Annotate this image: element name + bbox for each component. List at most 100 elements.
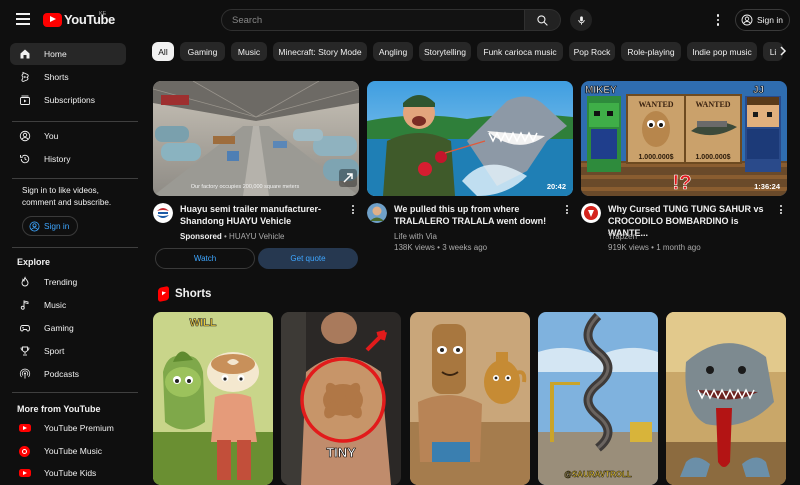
sidebar-item-gaming[interactable]: Gaming (10, 317, 126, 339)
flame-icon (18, 276, 31, 289)
sidebar-item-home[interactable]: Home (10, 43, 126, 65)
chip-music[interactable]: Music (231, 42, 267, 61)
video-thumbnail[interactable]: 20:42 (367, 81, 573, 196)
channel-avatar[interactable] (153, 203, 173, 223)
video-thumbnail[interactable]: Our factory occupies 200,000 square mete… (153, 81, 359, 196)
short-overlay-text: @SAURAVTROLL (564, 470, 632, 479)
video-title[interactable]: Huayu semi trailer manufacturer-Shandong… (180, 203, 345, 227)
subscriptions-icon (18, 94, 31, 107)
short-thumbnail (666, 312, 786, 485)
search-button[interactable] (525, 9, 561, 31)
sidebar-item-youtube-kids[interactable]: YouTube Kids (10, 462, 126, 484)
chip-pop-rock[interactable]: Pop Rock (569, 42, 615, 61)
logo-text: YouTube (64, 12, 115, 27)
search-icon (537, 14, 548, 26)
short-card[interactable]: WILL (153, 312, 273, 485)
sidebar-sign-in-button[interactable]: Sign in (22, 216, 78, 236)
channel-name[interactable]: Trapzen (608, 231, 637, 242)
sidebar-item-label: Gaming (44, 323, 74, 333)
short-overlay-text: TINY (326, 445, 356, 460)
sidebar-item-trending[interactable]: Trending (10, 271, 126, 293)
channel-name[interactable]: Life with Via (394, 231, 437, 242)
voice-search-button[interactable] (570, 9, 592, 31)
video-meta: Sponsored • HUAYU Vehicle (180, 231, 284, 242)
thumbnail-text: !? (673, 172, 692, 194)
video-menu-icon[interactable] (564, 205, 570, 217)
shorts-section-header: Shorts (158, 285, 211, 303)
sidebar-item-label: History (44, 154, 71, 164)
video-stats: 919K views • 1 month ago (608, 242, 701, 253)
sidebar-item-sport[interactable]: Sport (10, 340, 126, 362)
sidebar-item-youtube-premium[interactable]: YouTube Premium (10, 417, 126, 439)
video-title[interactable]: We pulled this up from where TRALALERO T… (394, 203, 559, 227)
sponsored-badge: Sponsored (180, 232, 222, 241)
sidebar-item-label: You (44, 131, 59, 141)
video-thumbnail[interactable]: MIKEY JJ WANTED WANTED 1.000.000$ 1.000.… (581, 81, 787, 196)
channel-avatar[interactable] (581, 203, 601, 223)
channel-avatar[interactable] (367, 203, 387, 223)
channel-name[interactable]: HUAYU Vehicle (229, 232, 284, 241)
short-thumbnail (410, 312, 530, 485)
search-box (221, 9, 525, 31)
sidebar-item-you[interactable]: You (10, 125, 126, 147)
chip-storytelling[interactable]: Storytelling (419, 42, 471, 61)
chevron-right-icon[interactable] (776, 44, 790, 58)
view-count: 919K views (608, 243, 649, 252)
category-chip-bar: All Gaming Music Minecraft: Story Mode A… (152, 42, 800, 62)
sidebar-item-history[interactable]: History (10, 148, 126, 170)
sidebar-item-shorts[interactable]: Shorts (10, 66, 126, 88)
short-overlay-text: WILL (190, 317, 217, 329)
chip-all[interactable]: All (152, 42, 174, 61)
sidebar-item-podcasts[interactable]: Podcasts (10, 363, 126, 385)
short-card[interactable]: TINY (281, 312, 401, 485)
shorts-icon (18, 71, 31, 84)
video-duration: 1:36:24 (754, 182, 781, 191)
upload-age: 1 month ago (656, 243, 701, 252)
search-input[interactable] (222, 10, 524, 30)
video-menu-icon[interactable] (350, 205, 356, 217)
sidebar-item-label: YouTube Premium (44, 423, 114, 433)
short-card[interactable] (410, 312, 530, 485)
thumbnail-text: MIKEY (585, 85, 617, 96)
explore-heading: Explore (17, 257, 51, 267)
sidebar-item-label: Podcasts (44, 369, 79, 379)
microphone-icon (577, 15, 585, 25)
country-code: KE (99, 11, 107, 17)
settings-more-icon[interactable] (713, 12, 723, 28)
shorts-icon (158, 285, 169, 303)
trophy-icon (18, 345, 31, 358)
chip-funk-carioca-music[interactable]: Funk carioca music (477, 42, 563, 61)
view-count: 138K views (394, 243, 435, 252)
account-icon (741, 14, 753, 26)
video-stats: 138K views • 3 weeks ago (394, 242, 487, 253)
history-icon (18, 153, 31, 166)
home-icon (18, 48, 31, 61)
short-card[interactable]: @SAURAVTROLL (538, 312, 658, 485)
watch-button[interactable]: Watch (155, 248, 255, 269)
menu-icon[interactable] (16, 13, 30, 25)
upload-age: 3 weeks ago (442, 243, 488, 252)
youtube-logo[interactable]: YouTube KE (43, 11, 115, 27)
sign-in-button[interactable]: Sign in (735, 9, 790, 31)
short-card[interactable] (666, 312, 786, 485)
short-thumbnail: @SAURAVTROLL (538, 312, 658, 485)
more-from-youtube-heading: More from YouTube (17, 404, 101, 414)
top-bar: YouTube KE Sign in (0, 0, 800, 40)
sidebar-item-youtube-music[interactable]: YouTube Music (10, 440, 126, 462)
sign-in-label: Sign in (44, 221, 70, 231)
chip-minecraft-story-mode[interactable]: Minecraft: Story Mode (273, 42, 367, 61)
chip-gaming[interactable]: Gaming (180, 42, 225, 61)
youtube-premium-icon (18, 422, 31, 435)
sidebar-item-music[interactable]: Music (10, 294, 126, 316)
chip-role-playing[interactable]: Role-playing (621, 42, 681, 61)
sidebar-item-subscriptions[interactable]: Subscriptions (10, 89, 126, 111)
chip-indie-pop-music[interactable]: Indie pop music (687, 42, 757, 61)
chip-angling[interactable]: Angling (373, 42, 413, 61)
video-menu-icon[interactable] (778, 205, 784, 217)
sidebar-divider (12, 247, 138, 248)
thumbnail-caption: Our factory occupies 200,000 square mete… (191, 184, 300, 190)
sidebar-item-label: YouTube Kids (44, 468, 97, 478)
short-thumbnail: WILL (153, 312, 273, 485)
sidebar-divider (12, 178, 138, 179)
get-quote-button[interactable]: Get quote (258, 248, 358, 269)
